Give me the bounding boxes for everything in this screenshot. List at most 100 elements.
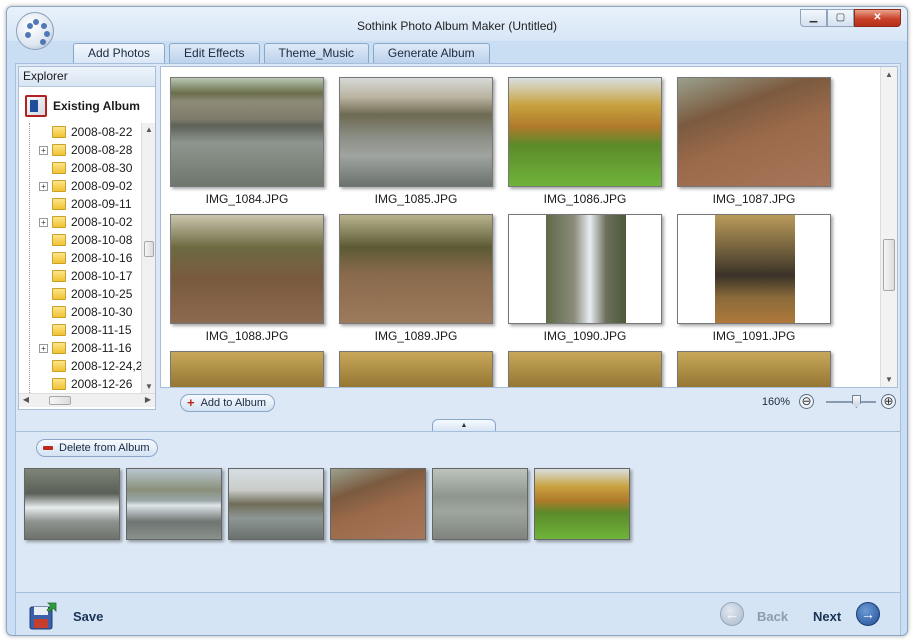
photo-thumbnail[interactable] [677, 351, 831, 387]
back-button[interactable]: Back [757, 609, 788, 624]
maximize-button[interactable]: ▢ [827, 9, 854, 27]
photo-thumbnail[interactable] [508, 214, 662, 324]
photo-thumbnail[interactable] [339, 214, 493, 324]
tree-folder-item[interactable]: +2008-11-16 [19, 339, 141, 357]
gallery-photo-item[interactable]: IMG_1089.JPG [338, 214, 494, 343]
gallery-photo-item[interactable]: IMG_1088.JPG [169, 214, 325, 343]
folder-label: 2008-12-26 [71, 377, 133, 391]
minimize-button[interactable]: ▁ [800, 9, 827, 27]
zoom-slider-handle[interactable] [852, 395, 861, 408]
add-to-album-button[interactable]: + Add to Album [180, 394, 276, 412]
album-photo-thumbnail[interactable] [432, 468, 528, 540]
tree-folder-item[interactable]: +2008-08-28 [19, 141, 141, 159]
photo-thumbnail[interactable] [677, 214, 831, 324]
scroll-right-arrow-icon[interactable]: ▶ [141, 395, 155, 404]
photo-thumbnail[interactable] [170, 351, 324, 387]
gallery-photo-item[interactable]: IMG_1085.JPG [338, 77, 494, 206]
photo-thumbnail[interactable] [508, 77, 662, 187]
gallery-photo-item[interactable]: IMG_1090.JPG [507, 214, 663, 343]
photo-thumbnail[interactable] [508, 351, 662, 387]
scroll-left-arrow-icon[interactable]: ◀ [19, 395, 33, 404]
expand-icon[interactable]: + [39, 181, 48, 191]
gallery-photo-item[interactable]: IMG_1091.JPG [676, 214, 832, 343]
expand-icon[interactable]: + [39, 217, 48, 227]
gallery-photo-item[interactable]: IMG_1084.JPG [169, 77, 325, 206]
folder-icon [52, 144, 66, 156]
album-photo-thumbnail[interactable] [534, 468, 630, 540]
expand-icon[interactable]: + [39, 343, 48, 353]
close-button[interactable]: ✕ [854, 9, 901, 27]
folder-label: 2008-09-11 [71, 197, 132, 211]
tree-folder-item[interactable]: 2008-10-17 [19, 267, 141, 285]
gallery-vertical-scrollbar[interactable]: ▲ ▼ [880, 67, 897, 387]
explorer-hscroll-thumb[interactable] [49, 396, 71, 405]
explorer-vertical-scrollbar[interactable]: ▲ ▼ [141, 123, 155, 393]
scroll-up-arrow-icon[interactable]: ▲ [142, 125, 156, 134]
tree-folder-item[interactable]: 2008-08-30 [19, 159, 141, 177]
scroll-down-arrow-icon[interactable]: ▼ [142, 382, 156, 391]
next-button[interactable]: Next [813, 609, 841, 624]
photo-caption: IMG_1089.JPG [374, 329, 458, 343]
photo-thumbnail[interactable] [339, 77, 493, 187]
photo-thumbnail[interactable] [677, 77, 831, 187]
explorer-header: Explorer [19, 67, 155, 87]
zoom-out-icon[interactable]: ⊖ [799, 394, 814, 409]
gallery-scroll-down-icon[interactable]: ▼ [881, 375, 897, 384]
tree-folder-item[interactable]: 2008-08-22 [19, 123, 141, 141]
gallery-photo-item[interactable]: IMG_1087.JPG [676, 77, 832, 206]
tree-folder-item[interactable]: 2008-12-26 [19, 375, 141, 393]
tree-folder-item[interactable]: +2008-09-02 [19, 177, 141, 195]
footer-bar: Save ← Back Next → [16, 592, 900, 635]
gallery-scroll-thumb[interactable] [883, 239, 895, 291]
explorer-panel: Explorer Existing Album 2008-08-22 +2008-… [18, 66, 156, 410]
zoom-slider-track[interactable] [826, 401, 876, 403]
save-button[interactable]: Save [73, 609, 103, 624]
album-photo-thumbnail[interactable] [228, 468, 324, 540]
logo-dot [25, 32, 31, 38]
existing-album-node[interactable]: Existing Album [25, 94, 140, 118]
save-disk-icon[interactable] [28, 601, 58, 631]
photo-caption: IMG_1088.JPG [205, 329, 289, 343]
gallery-photo-item[interactable] [676, 351, 832, 387]
delete-from-album-button[interactable]: Delete from Album [36, 439, 159, 457]
title-bar: Sothink Photo Album Maker (Untitled) ▁ ▢… [7, 7, 907, 41]
tree-folder-item[interactable]: 2008-10-30 [19, 303, 141, 321]
album-strip [18, 458, 898, 540]
tree-folder-item[interactable]: 2008-11-15 [19, 321, 141, 339]
album-photo-thumbnail[interactable] [24, 468, 120, 540]
tree-folder-item[interactable]: 2008-10-08 [19, 231, 141, 249]
tree-folder-item[interactable]: 2008-10-25 [19, 285, 141, 303]
tree-folder-item[interactable]: 2008-09-11 [19, 195, 141, 213]
folder-icon [52, 360, 66, 372]
folder-tree[interactable]: 2008-08-22 +2008-08-28 2008-08-30 +2008-09-… [19, 123, 141, 393]
tab-generate-album[interactable]: Generate Album [372, 43, 490, 63]
tree-folder-item[interactable]: 2008-12-24,2 [19, 357, 141, 375]
next-arrow-icon[interactable]: → [856, 602, 880, 626]
gallery-photo-item[interactable] [338, 351, 494, 387]
zoom-in-icon[interactable]: ⊕ [881, 394, 896, 409]
gallery-scroll-up-icon[interactable]: ▲ [881, 70, 897, 79]
explorer-horizontal-scrollbar[interactable]: ◀ ▶ [19, 393, 155, 407]
tab-theme-music[interactable]: Theme_Music [263, 43, 369, 63]
tab-edit-effects[interactable]: Edit Effects [169, 43, 260, 63]
tab-add-photos[interactable]: Add Photos [73, 43, 166, 63]
gallery-photo-item[interactable] [507, 351, 663, 387]
photo-thumbnail[interactable] [170, 214, 324, 324]
app-logo-icon[interactable] [16, 12, 54, 50]
photo-thumbnail[interactable] [339, 351, 493, 387]
photo-thumbnail[interactable] [170, 77, 324, 187]
window-title: Sothink Photo Album Maker (Untitled) [356, 19, 558, 33]
panel-divider [16, 431, 900, 432]
tree-folder-item[interactable]: +2008-10-02 [19, 213, 141, 231]
gallery-photo-item[interactable] [169, 351, 325, 387]
explorer-scroll-thumb[interactable] [144, 241, 154, 257]
expand-icon[interactable]: + [39, 145, 48, 155]
gallery-photo-item[interactable]: IMG_1086.JPG [507, 77, 663, 206]
album-photo-thumbnail[interactable] [126, 468, 222, 540]
album-photo-thumbnail[interactable] [330, 468, 426, 540]
logo-dot [27, 23, 33, 29]
collapse-toggle-button[interactable]: ▲ [432, 419, 496, 431]
back-arrow-icon[interactable]: ← [720, 602, 744, 626]
tree-folder-item[interactable]: 2008-10-16 [19, 249, 141, 267]
photo-gallery: IMG_1084.JPG IMG_1085.JPG IMG_1086.JPG IMG_… [160, 66, 898, 388]
